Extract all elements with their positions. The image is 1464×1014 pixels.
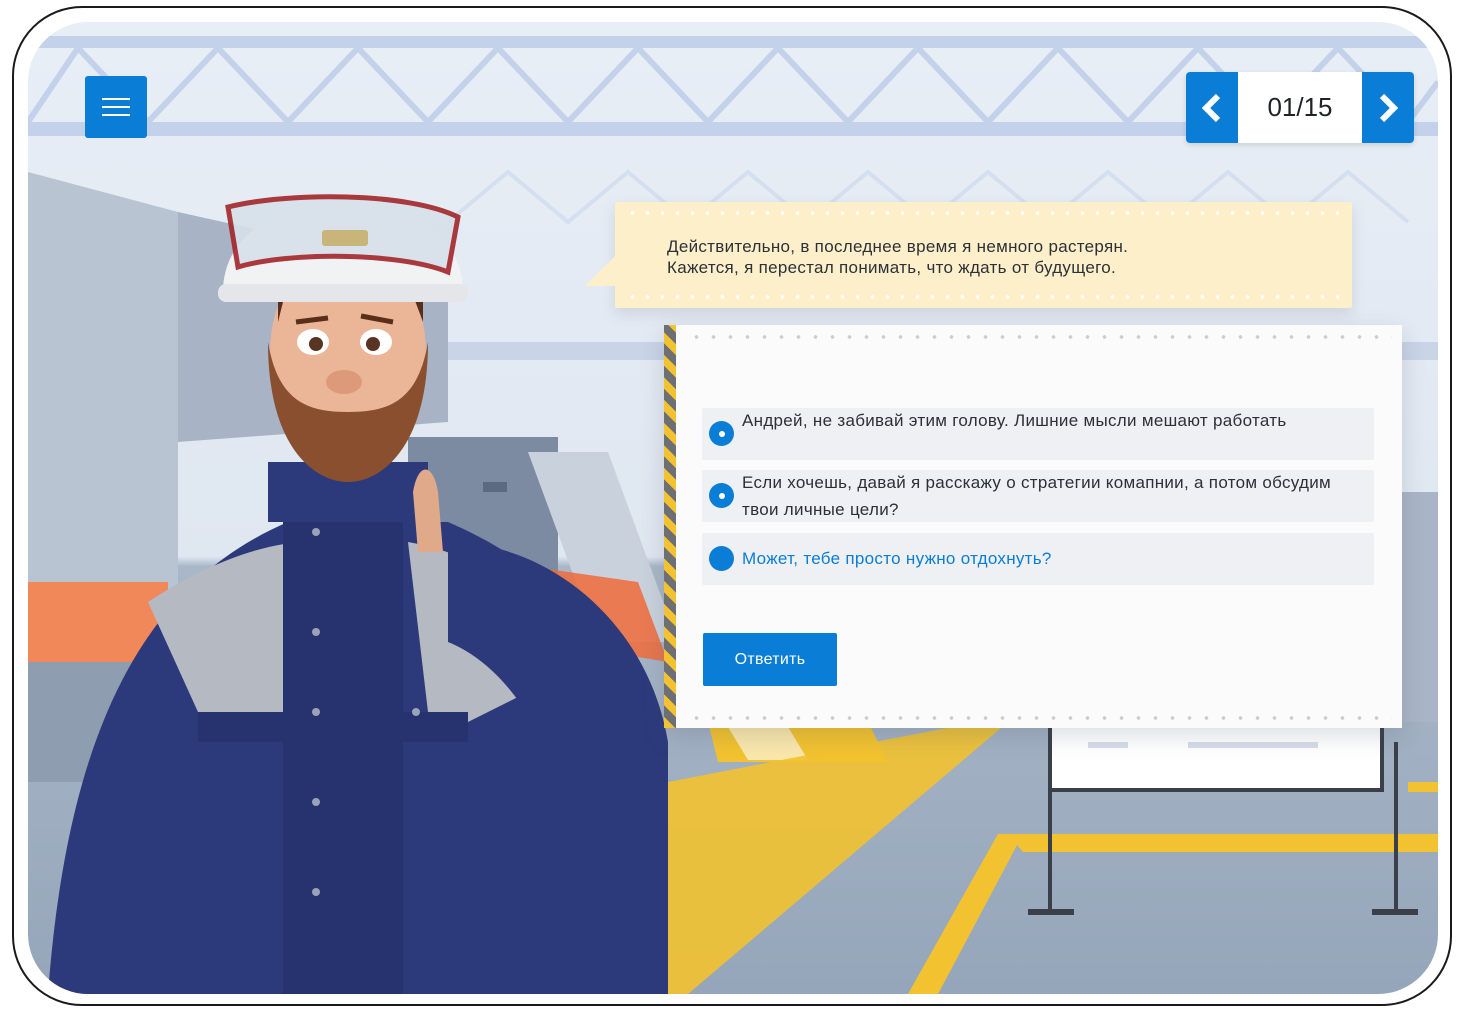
hamburger-menu-icon: [102, 98, 130, 100]
divider: [688, 716, 1392, 720]
slide-counter: 01/15: [1267, 92, 1333, 122]
slide-pager: 01/15: [1186, 72, 1414, 143]
scene-screen: 01/15 Действительно, в последнее время я…: [28, 22, 1438, 994]
tablet-frame: 01/15 Действительно, в последнее время я…: [12, 6, 1452, 1006]
chevron-right-icon: [1379, 93, 1399, 122]
hamburger-menu-icon-line: [102, 114, 130, 116]
answer-option-label: Если хочешь, давай я расскажу о стратеги…: [742, 473, 1331, 519]
menu-button[interactable]: [85, 76, 147, 138]
divider: [688, 335, 1392, 339]
radio-icon[interactable]: [709, 421, 734, 446]
answer-option-label: Андрей, не забивай этим голову. Лишние м…: [742, 411, 1287, 430]
answer-option-3[interactable]: Может, тебе просто нужно отдохнуть?: [702, 533, 1374, 585]
prev-slide-button[interactable]: [1186, 72, 1238, 143]
hazard-stripe: [664, 325, 676, 728]
answer-option-2[interactable]: Если хочешь, давай я расскажу о стратеги…: [702, 470, 1374, 522]
answer-option-label: Может, тебе просто нужно отдохнуть?: [742, 549, 1052, 568]
speech-line-1: Действительно, в последнее время я немно…: [667, 237, 1129, 256]
chevron-left-icon: [1201, 93, 1221, 122]
hamburger-menu-icon-line: [102, 106, 130, 108]
next-slide-button[interactable]: [1362, 72, 1414, 143]
reply-button[interactable]: Ответить: [703, 633, 837, 686]
divider: [625, 295, 1342, 299]
answer-card: Андрей, не забивай этим голову. Лишние м…: [664, 325, 1402, 728]
character-speech-bubble: Действительно, в последнее время я немно…: [585, 202, 1352, 308]
speech-text: Действительно, в последнее время я немно…: [667, 236, 1312, 278]
divider: [625, 211, 1342, 215]
speech-line-2: Кажется, я перестал понимать, что ждать …: [667, 258, 1116, 277]
answer-option-1[interactable]: Андрей, не забивай этим голову. Лишние м…: [702, 408, 1374, 460]
radio-icon-selected[interactable]: [709, 546, 734, 571]
radio-icon[interactable]: [709, 483, 734, 508]
